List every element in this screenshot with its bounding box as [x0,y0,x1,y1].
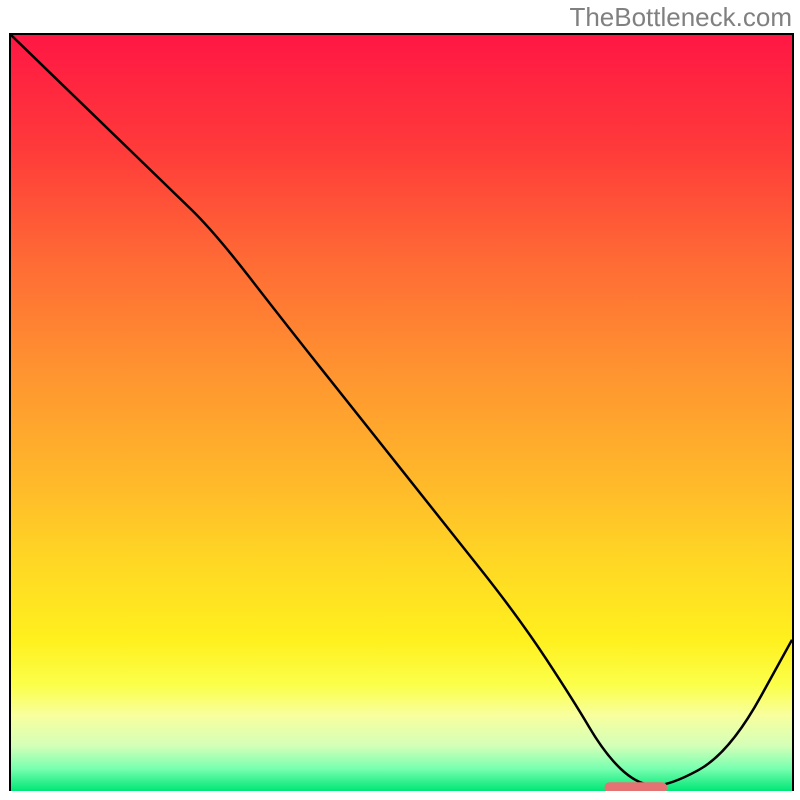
watermark-text: TheBottleneck.com [569,2,792,33]
flat-segment-marker [605,782,667,791]
chart-area [9,33,794,791]
chart-svg [11,35,792,791]
